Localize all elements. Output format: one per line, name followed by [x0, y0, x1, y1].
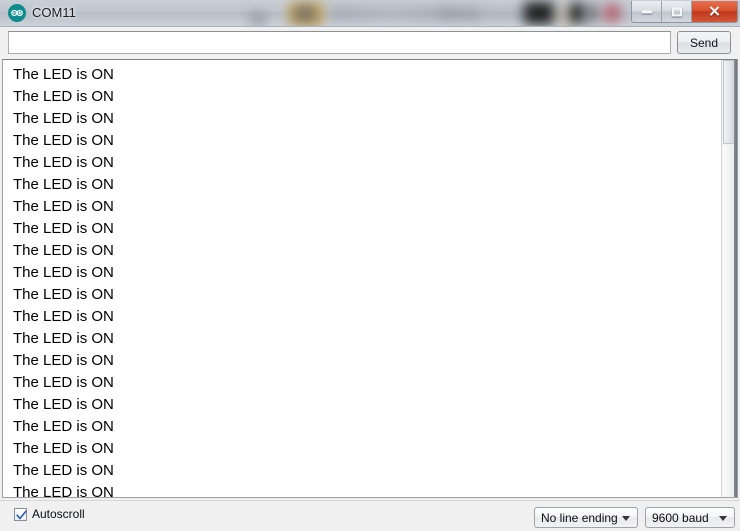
serial-output-line: The LED is ON — [13, 462, 114, 479]
serial-output-line: The LED is ON — [13, 154, 114, 171]
serial-output-line: The LED is ON — [13, 110, 114, 127]
serial-output-text[interactable]: The LED is ON The LED is ON The LED is ON T… — [3, 60, 721, 497]
title-bar[interactable]: COM11 ✕ — [0, 0, 740, 26]
glass-background-blob — [604, 4, 620, 22]
arduino-logo-icon — [8, 4, 26, 22]
glass-background-blob — [250, 12, 266, 26]
maximize-button[interactable] — [662, 1, 692, 22]
serial-output-line: The LED is ON — [13, 330, 114, 347]
serial-output-line: The LED is ON — [13, 242, 114, 259]
serial-output-line: The LED is ON — [13, 66, 114, 83]
baud-rate-value: 9600 baud — [652, 511, 709, 525]
serial-output-line: The LED is ON — [13, 374, 114, 391]
serial-output-line: The LED is ON — [13, 484, 114, 497]
glass-background-blob — [524, 2, 554, 24]
serial-output-line: The LED is ON — [13, 352, 114, 369]
line-ending-value: No line ending — [541, 511, 618, 525]
status-bar: Autoscroll No line ending 9600 baud — [0, 500, 740, 531]
serial-output-line: The LED is ON — [13, 88, 114, 105]
serial-output-line: The LED is ON — [13, 286, 114, 303]
send-input[interactable] — [8, 31, 671, 54]
glass-background-blob — [588, 4, 597, 22]
close-button[interactable]: ✕ — [692, 1, 737, 22]
send-row: Send — [0, 27, 740, 59]
client-area: Send The LED is ON The LED is ON The LED i… — [0, 26, 740, 531]
serial-output-line: The LED is ON — [13, 308, 114, 325]
checkmark-icon — [16, 510, 27, 520]
serial-output-line: The LED is ON — [13, 396, 114, 413]
send-button[interactable]: Send — [677, 31, 731, 54]
glass-background-blob — [330, 6, 450, 20]
glass-background-blob — [570, 3, 584, 23]
chevron-down-icon — [622, 516, 630, 521]
minimize-icon — [641, 10, 652, 13]
serial-output-line: The LED is ON — [13, 132, 114, 149]
serial-output-line: The LED is ON — [13, 440, 114, 457]
serial-output-line: The LED is ON — [13, 220, 114, 237]
close-icon: ✕ — [708, 3, 721, 20]
serial-monitor-window: COM11 ✕ Send The LED is ON The LED is ON T… — [0, 0, 740, 531]
chevron-down-icon — [719, 516, 727, 521]
baud-rate-dropdown[interactable]: 9600 baud — [645, 507, 735, 528]
serial-output-line: The LED is ON — [13, 264, 114, 281]
minimize-button[interactable] — [632, 1, 662, 22]
glass-background-blob — [294, 6, 316, 21]
serial-output-line: The LED is ON — [13, 198, 114, 215]
autoscroll-checkbox[interactable]: Autoscroll — [14, 508, 85, 521]
autoscroll-label: Autoscroll — [32, 507, 85, 521]
window-title: COM11 — [32, 5, 76, 20]
vertical-scrollbar[interactable] — [721, 60, 737, 497]
scrollbar-edge — [734, 60, 737, 497]
window-controls: ✕ — [631, 1, 738, 23]
serial-output-line: The LED is ON — [13, 418, 114, 435]
maximize-icon — [671, 7, 682, 16]
serial-output-line: The LED is ON — [13, 176, 114, 193]
autoscroll-checkbox-box[interactable] — [14, 508, 27, 521]
serial-output-area[interactable]: The LED is ON The LED is ON The LED is ON T… — [2, 59, 738, 498]
line-ending-dropdown[interactable]: No line ending — [534, 507, 638, 528]
